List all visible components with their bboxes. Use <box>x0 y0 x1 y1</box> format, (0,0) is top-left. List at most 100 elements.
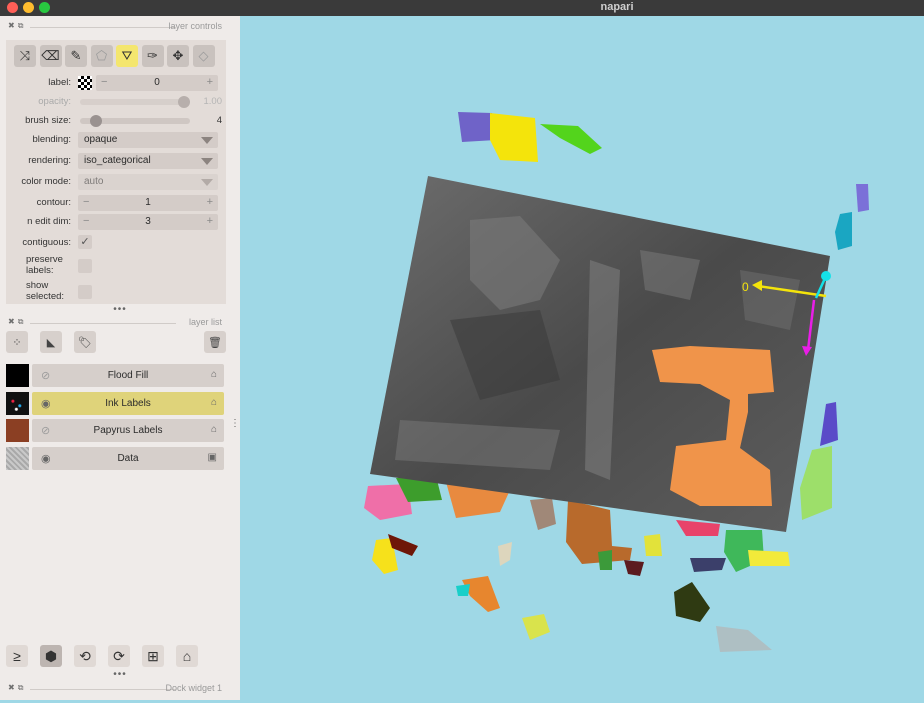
label-color-swatch[interactable] <box>78 76 92 90</box>
color-picker-icon: ✑ <box>147 48 158 63</box>
brush-size-slider-handle[interactable] <box>89 115 102 127</box>
brush-size-row: brush size: 4 <box>6 112 226 130</box>
label-spinbox[interactable]: − 0 + <box>96 75 218 91</box>
n-edit-dim-decrement[interactable]: − <box>83 215 89 227</box>
layer-bar[interactable]: ◉ Data ▣ <box>32 446 224 470</box>
color-mode-label: color mode: <box>21 176 71 187</box>
dock-close-float-icon[interactable]: ✖⧉ <box>8 21 26 31</box>
fill-bucket-tool-button[interactable]: ⛛ <box>116 45 138 67</box>
label-blob <box>676 520 720 536</box>
transform-icon: ◇ <box>198 48 209 63</box>
layer-row[interactable]: ⊘ Papyrus Labels ⌂ <box>6 419 224 442</box>
transform-tool-button[interactable]: ◇ <box>192 45 215 67</box>
label-blob <box>856 184 869 212</box>
eye-hidden-icon[interactable]: ⊘ <box>41 424 50 437</box>
dropdown-arrow-icon <box>201 137 213 144</box>
label-blob <box>456 584 470 596</box>
preserve-labels-checkbox[interactable] <box>78 259 92 273</box>
home-button[interactable]: ⌂ <box>176 645 198 667</box>
contour-spinbox[interactable]: − 1 + <box>78 195 218 211</box>
preserve-labels-row: preserve labels: <box>6 254 226 276</box>
title-bar: napari <box>0 0 924 16</box>
show-selected-row: show selected: <box>6 280 226 302</box>
transpose-button[interactable]: ⟳ <box>108 645 130 667</box>
new-labels-button[interactable]: 🏷 <box>74 331 96 353</box>
opacity-slider-handle[interactable] <box>178 96 190 108</box>
color-picker-tool-button[interactable]: ✑ <box>141 45 164 67</box>
new-shapes-button[interactable]: ◣ <box>40 331 62 353</box>
rendering-select[interactable]: iso_categorical <box>78 153 218 169</box>
new-points-button[interactable]: ⁘ <box>6 331 28 353</box>
contour-value[interactable]: 1 <box>98 197 198 208</box>
paintbrush-tool-button[interactable]: ✎ <box>65 45 87 67</box>
layer-list-resize-handle[interactable]: ⋮ <box>230 419 240 429</box>
shuffle-tool-button[interactable]: ⤨ <box>14 45 36 67</box>
viewer-canvas[interactable]: 0 <box>240 16 924 700</box>
n-edit-dim-row: n edit dim: − 3 + <box>6 213 226 231</box>
eye-icon[interactable]: ◉ <box>41 452 51 465</box>
dock-close-float-icon[interactable]: ✖⧉ <box>8 683 26 693</box>
opacity-slider[interactable] <box>80 96 190 108</box>
polygon-icon: ⬠ <box>95 48 108 63</box>
contour-increment[interactable]: + <box>207 196 213 208</box>
layer-bar[interactable]: ◉ Ink Labels ⌂ <box>32 391 224 415</box>
eye-icon[interactable]: ◉ <box>41 397 51 410</box>
layer-controls: ⤨ ⌫ ✎ ⬠ ⛛ ✑ ✥ ◇ label: − 0 + opacity: 1.00 brus… <box>6 40 226 304</box>
delete-layer-button[interactable]: 🗑 <box>204 331 226 353</box>
label-decrement[interactable]: − <box>101 76 107 88</box>
viewer-buttons: ≥ ⬢ ⟲ ⟳ ⊞ ⌂ <box>6 645 226 669</box>
rendering-row: rendering: iso_categorical <box>6 152 226 170</box>
paintbrush-icon: ✎ <box>70 48 82 63</box>
dock-close-float-icon[interactable]: ✖⧉ <box>8 317 26 327</box>
show-selected-checkbox[interactable] <box>78 285 92 299</box>
n-edit-dim-spinbox[interactable]: − 3 + <box>78 214 218 230</box>
label-blob <box>530 498 556 530</box>
splitter-handle[interactable]: ••• <box>0 670 240 680</box>
pan-zoom-tool-button[interactable]: ✥ <box>167 45 189 67</box>
n-edit-dim-increment[interactable]: + <box>207 215 213 227</box>
layer-thumbnail <box>6 364 29 387</box>
label-label: label: <box>48 77 71 88</box>
image-type-icon: ▣ <box>207 451 217 463</box>
n-edit-dim-label: n edit dim: <box>27 216 71 227</box>
label-increment[interactable]: + <box>207 76 213 88</box>
brush-size-slider[interactable] <box>80 115 190 127</box>
label-blob <box>716 626 772 652</box>
dock-divider <box>30 689 176 690</box>
left-dock-panel: ✖⧉ layer controls ⤨ ⌫ ✎ ⬠ ⛛ ✑ ✥ ◇ label: − 0 + … <box>0 16 240 700</box>
layer-bar[interactable]: ⊘ Flood Fill ⌂ <box>32 364 224 387</box>
color-mode-value: auto <box>84 176 104 187</box>
ndisplay-3d-button[interactable]: ⬢ <box>40 645 62 667</box>
contour-row: contour: − 1 + <box>6 194 226 212</box>
eye-hidden-icon[interactable]: ⊘ <box>41 369 50 382</box>
layer-row[interactable]: ◉ Data ▣ <box>6 446 224 470</box>
blending-select[interactable]: opaque <box>78 132 218 148</box>
contiguous-checkbox[interactable]: ✓ <box>78 235 92 249</box>
console-icon: ≥ <box>13 648 21 664</box>
eraser-tool-button[interactable]: ⌫ <box>39 45 62 67</box>
opacity-label: opacity: <box>38 96 71 107</box>
roll-axes-button[interactable]: ⟲ <box>74 645 96 667</box>
label-blob <box>820 402 838 446</box>
layer-bar[interactable]: ⊘ Papyrus Labels ⌂ <box>32 419 224 442</box>
polygon-tool-button[interactable]: ⬠ <box>90 45 113 67</box>
rendering-label: rendering: <box>28 155 71 166</box>
labels-type-icon: ⌂ <box>210 424 217 435</box>
layer-row[interactable]: ⊘ Flood Fill ⌂ <box>6 364 224 387</box>
layer-row[interactable]: ◉ Ink Labels ⌂ <box>6 391 224 415</box>
shuffle-icon: ⤨ <box>19 48 31 63</box>
color-mode-select[interactable]: auto <box>78 174 218 190</box>
layer-name: Data <box>117 452 139 464</box>
contour-decrement[interactable]: − <box>83 196 89 208</box>
layer-controls-header: ✖⧉ layer controls <box>0 18 240 36</box>
splitter-handle[interactable]: ••• <box>0 305 240 315</box>
console-button[interactable]: ≥ <box>6 645 28 667</box>
fill-bucket-icon: ⛛ <box>121 48 133 63</box>
label-value[interactable]: 0 <box>116 77 198 88</box>
n-edit-dim-value[interactable]: 3 <box>98 216 198 227</box>
contour-label: contour: <box>36 197 71 208</box>
roll-axes-icon: ⟲ <box>79 648 91 664</box>
contiguous-row: contiguous: ✓ <box>6 234 226 252</box>
grid-button[interactable]: ⊞ <box>142 645 164 667</box>
label-blob <box>674 582 710 622</box>
